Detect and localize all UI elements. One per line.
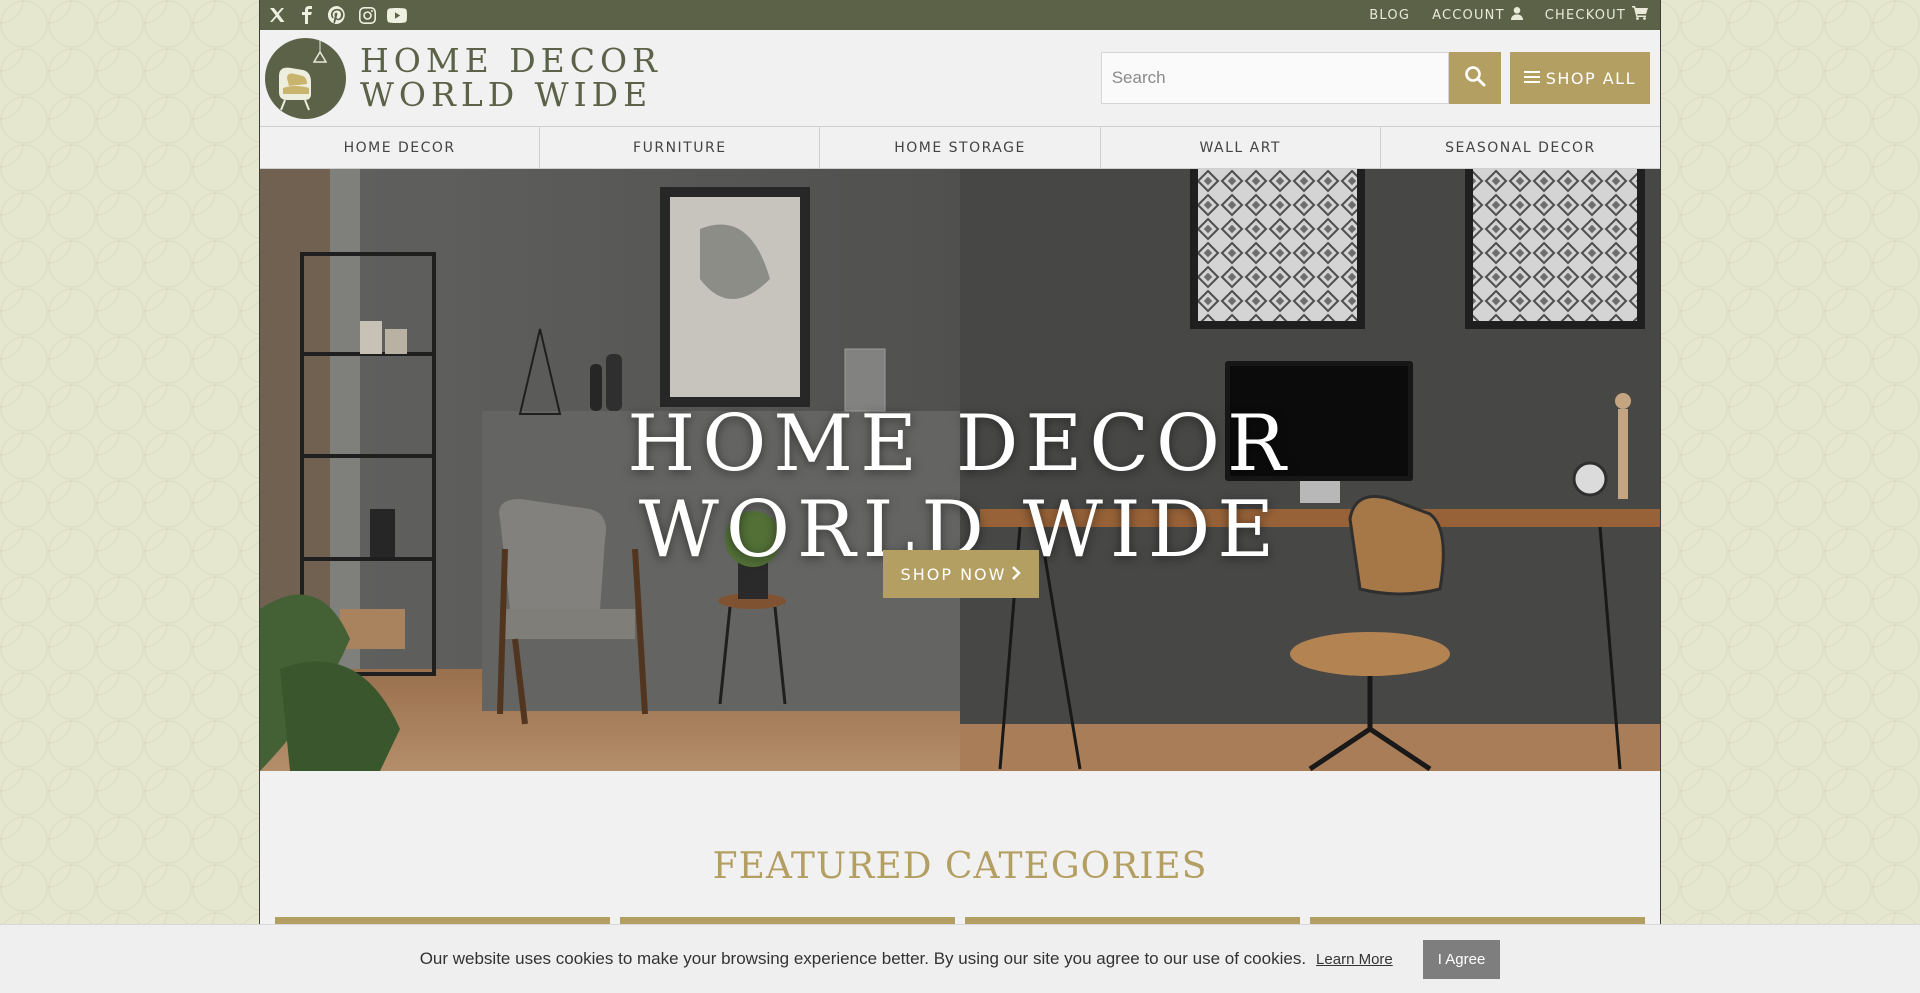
nav-item-furniture[interactable]: FURNITURE	[540, 127, 821, 168]
social-links	[266, 4, 408, 26]
blog-link-label: BLOG	[1369, 7, 1411, 23]
page-container: BLOG ACCOUNT CHECKOUT HOME DECOR WORLD W…	[259, 0, 1661, 993]
logo-line-1: HOME DECOR	[360, 41, 662, 80]
chevron-right-icon	[1012, 565, 1022, 584]
featured-categories-title: FEATURED CATEGORIES	[712, 846, 1208, 887]
agree-button[interactable]: I Agree	[1422, 939, 1501, 979]
logo-chair-icon	[265, 37, 346, 119]
logo-line-2: WORLD WIDE	[360, 75, 653, 114]
shop-now-button[interactable]: SHOP NOW	[883, 550, 1039, 598]
checkout-link-label: CHECKOUT	[1544, 7, 1626, 23]
account-link[interactable]: ACCOUNT	[1432, 6, 1523, 24]
user-icon	[1510, 6, 1523, 24]
nav-item-wall-art[interactable]: WALL ART	[1101, 127, 1381, 168]
search-input[interactable]	[1100, 52, 1449, 104]
blog-link[interactable]: BLOG	[1369, 8, 1410, 23]
site-logo[interactable]: HOME DECOR WORLD WIDE	[265, 37, 662, 119]
checkout-link[interactable]: CHECKOUT	[1545, 6, 1648, 24]
nav-item-home-storage[interactable]: HOME STORAGE	[820, 127, 1101, 168]
learn-more-link[interactable]: Learn More	[1316, 951, 1393, 968]
search-icon	[1464, 65, 1486, 92]
site-header: HOME DECOR WORLD WIDE SHOP ALL	[260, 30, 1660, 127]
cookie-message: Our website uses cookies to make your br…	[419, 949, 1307, 968]
hero-title: HOME DECOR WORLD WIDE	[260, 401, 1660, 573]
x-icon[interactable]	[266, 4, 288, 26]
shop-all-button[interactable]: SHOP ALL	[1509, 52, 1650, 104]
account-links: BLOG ACCOUNT CHECKOUT	[1369, 6, 1648, 24]
cookie-banner: Our website uses cookies to make your br…	[0, 924, 1920, 993]
facebook-icon[interactable]	[296, 4, 318, 26]
shop-all-label: SHOP ALL	[1545, 68, 1636, 88]
logo-wordmark: HOME DECOR WORLD WIDE	[360, 44, 662, 112]
search-area: SHOP ALL	[1100, 52, 1650, 104]
hero-banner: HOME DECOR WORLD WIDE SHOP NOW	[260, 169, 1660, 771]
youtube-icon[interactable]	[386, 4, 408, 26]
search-button[interactable]	[1448, 52, 1501, 104]
nav-item-seasonal-decor[interactable]: SEASONAL DECOR	[1381, 127, 1660, 168]
menu-icon	[1523, 69, 1540, 88]
nav-item-home-decor[interactable]: HOME DECOR	[260, 127, 541, 168]
main-nav: HOME DECOR FURNITURE HOME STORAGE WALL A…	[260, 127, 1660, 169]
pinterest-icon[interactable]	[326, 4, 348, 26]
cart-icon	[1632, 6, 1648, 24]
shop-now-label: SHOP NOW	[900, 564, 1007, 584]
instagram-icon[interactable]	[356, 4, 378, 26]
account-link-label: ACCOUNT	[1432, 7, 1505, 23]
top-bar: BLOG ACCOUNT CHECKOUT	[260, 0, 1660, 30]
hero-title-line-1: HOME DECOR	[627, 399, 1293, 489]
